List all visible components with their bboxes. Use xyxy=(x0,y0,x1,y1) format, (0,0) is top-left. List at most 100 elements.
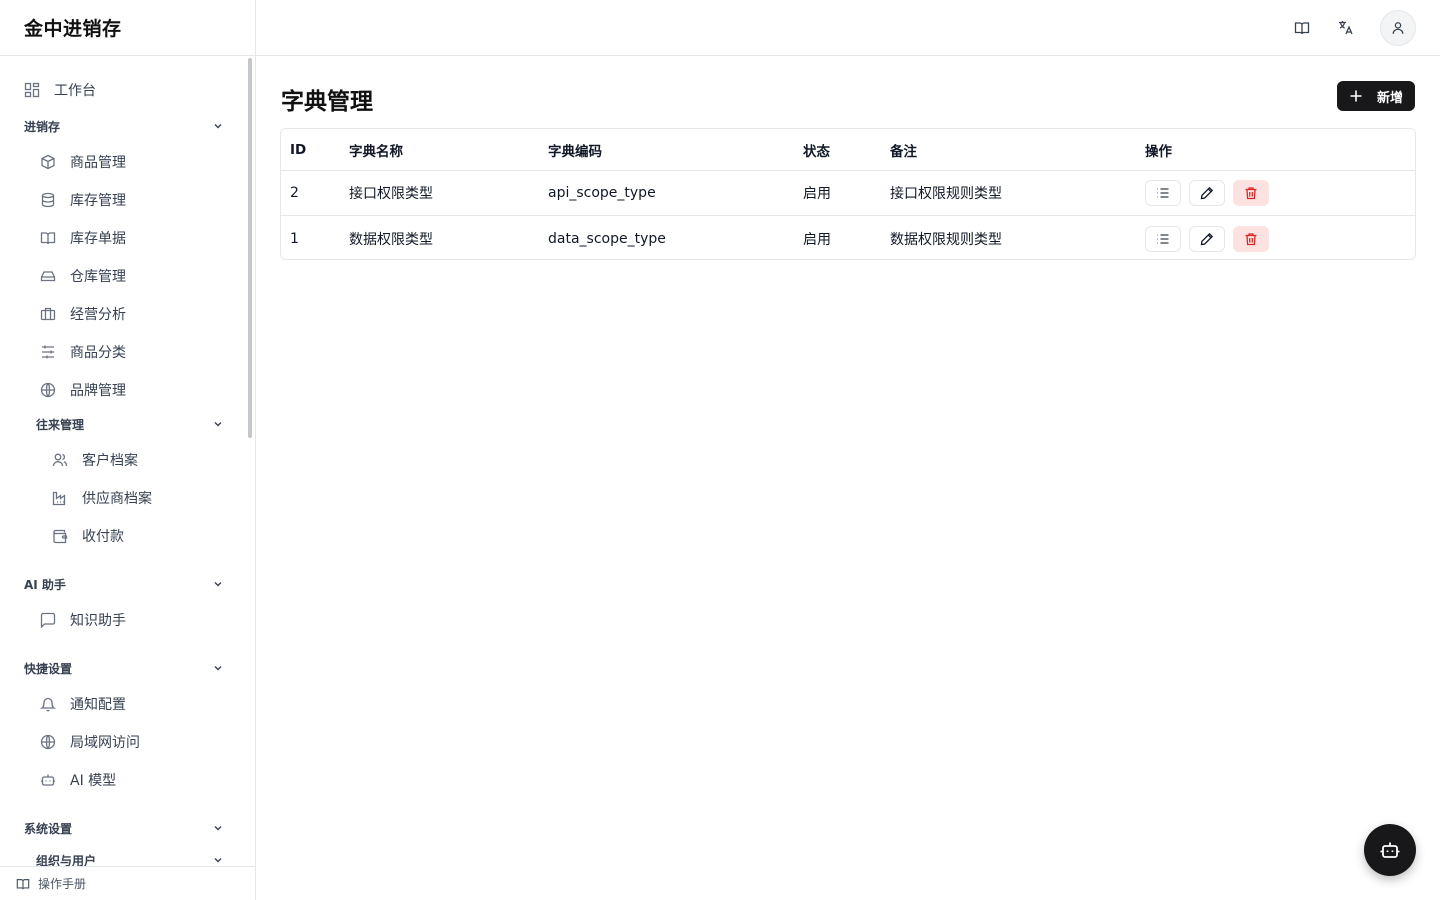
top-bar xyxy=(256,0,1440,56)
group-label: 系统设置 xyxy=(24,821,73,836)
docs-button[interactable] xyxy=(1286,12,1318,44)
sidebar-item-label: AI 模型 xyxy=(70,773,117,789)
row-actions xyxy=(1145,216,1269,259)
column-header-actions: 操作 xyxy=(1145,143,1172,160)
table-header: ID 字典名称 字典编码 状态 备注 操作 xyxy=(281,129,1415,171)
group-contacts[interactable]: 往来管理 xyxy=(36,412,224,436)
column-header-note[interactable]: 备注 xyxy=(890,129,917,170)
cell-name: 数据权限类型 xyxy=(349,231,433,248)
group-label: AI 助手 xyxy=(24,577,66,592)
sidebar-item-label: 仓库管理 xyxy=(70,269,126,285)
sidebar-item-label: 知识助手 xyxy=(70,613,126,629)
sidebar-item-stock-docs[interactable]: 库存单据 xyxy=(24,223,126,253)
group-label: 快捷设置 xyxy=(24,661,73,676)
translate-icon xyxy=(1339,21,1353,35)
list-icon xyxy=(1157,188,1169,198)
app-brand: 金中进销存 xyxy=(0,0,255,56)
table-row[interactable]: 1 数据权限类型 data_scope_type 启用 数据权限规则类型 xyxy=(281,216,1415,259)
bot-icon xyxy=(40,772,56,788)
trash-icon xyxy=(1245,187,1257,200)
trash-icon xyxy=(1245,232,1257,245)
sidebar-scrollbar[interactable] xyxy=(248,58,252,438)
delete-button[interactable] xyxy=(1233,180,1269,206)
sidebar-item-workbench[interactable]: 工作台 xyxy=(24,75,96,105)
column-header-id[interactable]: ID xyxy=(290,129,306,170)
pencil-icon xyxy=(1200,232,1214,245)
bell-icon xyxy=(40,696,56,712)
sidebar-item-label: 收付款 xyxy=(82,529,124,545)
chevron-down-icon xyxy=(214,858,222,863)
sidebar-item-payments[interactable]: 收付款 xyxy=(24,521,124,551)
sidebar-item-label: 客户档案 xyxy=(82,453,138,469)
sidebar-item-knowledge[interactable]: 知识助手 xyxy=(24,605,126,635)
items-button[interactable] xyxy=(1145,225,1181,252)
column-header-name[interactable]: 字典名称 xyxy=(349,129,403,170)
cell-note: 数据权限规则类型 xyxy=(890,231,1002,248)
group-inventory[interactable]: 进销存 xyxy=(24,114,224,138)
book-open-icon xyxy=(16,877,30,891)
cell-code: api_scope_type xyxy=(548,185,656,201)
sidebar-item-products[interactable]: 商品管理 xyxy=(24,147,126,177)
edit-button[interactable] xyxy=(1189,225,1225,252)
sidebar: 金中进销存 工作台 进销存 商品管理 库存管理 库存单据 仓库管理 经营分析 商… xyxy=(0,0,256,900)
sliders-icon xyxy=(40,344,56,360)
package-icon xyxy=(40,154,56,170)
chevron-down-icon xyxy=(214,582,222,587)
sidebar-item-label: 通知配置 xyxy=(70,697,126,713)
sidebar-item-brands[interactable]: 品牌管理 xyxy=(24,375,126,405)
column-header-status[interactable]: 状态 xyxy=(803,129,830,170)
add-button-label: 新增 xyxy=(1376,90,1403,106)
cell-id: 2 xyxy=(290,185,299,201)
pencil-icon xyxy=(1200,186,1214,200)
sidebar-item-analysis[interactable]: 经营分析 xyxy=(24,299,126,329)
dictionary-table: ID 字典名称 字典编码 状态 备注 操作 2 接口权限类型 api_scope… xyxy=(280,128,1416,260)
sidebar-item-suppliers[interactable]: 供应商档案 xyxy=(24,483,152,513)
globe-icon xyxy=(40,382,56,398)
factory-icon xyxy=(52,490,68,506)
edit-button[interactable] xyxy=(1189,180,1225,206)
dashboard-icon xyxy=(24,82,40,98)
sidebar-item-ai-model[interactable]: AI 模型 xyxy=(24,765,116,795)
sidebar-item-label: 局域网访问 xyxy=(70,735,140,751)
group-shortcuts[interactable]: 快捷设置 xyxy=(24,656,224,680)
users-icon xyxy=(52,452,68,468)
items-button[interactable] xyxy=(1145,180,1181,206)
book-open-icon xyxy=(40,230,56,246)
globe-icon xyxy=(40,734,56,750)
sidebar-item-label: 品牌管理 xyxy=(70,383,126,399)
sidebar-item-label: 供应商档案 xyxy=(82,491,152,507)
hard-drive-icon xyxy=(40,268,56,284)
group-org[interactable]: 组织与用户 xyxy=(36,848,224,867)
language-button[interactable] xyxy=(1330,12,1362,44)
ai-assistant-button[interactable] xyxy=(1364,824,1416,876)
sidebar-item-lan[interactable]: 局域网访问 xyxy=(24,727,140,757)
add-dictionary-button[interactable]: 新增 xyxy=(1337,81,1415,111)
briefcase-icon xyxy=(40,306,56,322)
database-icon xyxy=(40,192,56,208)
group-system[interactable]: 系统设置 xyxy=(24,816,224,840)
manual-link[interactable]: 操作手册 xyxy=(0,866,255,900)
wallet-icon xyxy=(52,528,68,544)
sidebar-item-customers[interactable]: 客户档案 xyxy=(24,445,138,475)
sidebar-item-label: 库存管理 xyxy=(70,193,126,209)
row-actions xyxy=(1145,171,1269,215)
sidebar-nav: 工作台 进销存 商品管理 库存管理 库存单据 仓库管理 经营分析 商品分类 品牌… xyxy=(0,56,255,867)
sidebar-item-categories[interactable]: 商品分类 xyxy=(24,337,126,367)
page-title: 字典管理 xyxy=(281,89,373,115)
column-header-code[interactable]: 字典编码 xyxy=(548,129,602,170)
sidebar-item-stock[interactable]: 库存管理 xyxy=(24,185,126,215)
table-row[interactable]: 2 接口权限类型 api_scope_type 启用 接口权限规则类型 xyxy=(281,171,1415,216)
cell-name: 接口权限类型 xyxy=(349,186,433,202)
chevron-down-icon xyxy=(214,826,222,831)
sidebar-item-notifications[interactable]: 通知配置 xyxy=(24,689,126,719)
sidebar-item-warehouse[interactable]: 仓库管理 xyxy=(24,261,126,291)
user-avatar-button[interactable] xyxy=(1380,10,1416,46)
sidebar-item-label: 商品管理 xyxy=(70,155,126,171)
sidebar-item-label: 商品分类 xyxy=(70,345,126,361)
group-ai[interactable]: AI 助手 xyxy=(24,572,224,596)
chevron-down-icon xyxy=(214,666,222,671)
cell-status: 启用 xyxy=(803,231,831,248)
sidebar-item-label: 经营分析 xyxy=(70,307,126,323)
list-icon xyxy=(1157,233,1169,244)
delete-button[interactable] xyxy=(1233,225,1269,252)
